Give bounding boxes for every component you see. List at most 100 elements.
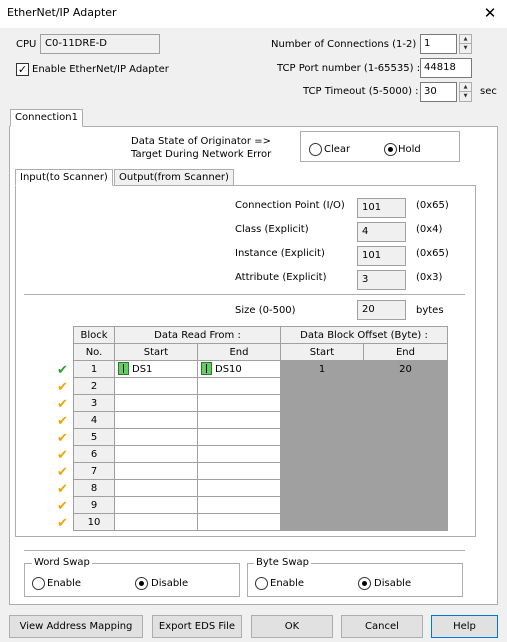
size-unit: bytes bbox=[416, 305, 444, 316]
spin-up-icon[interactable]: ▲ bbox=[460, 83, 471, 92]
byte-swap-enable-radio[interactable] bbox=[255, 577, 268, 590]
attribute-hex: (0x3) bbox=[416, 272, 443, 283]
radio-clear[interactable] bbox=[309, 143, 322, 156]
close-icon[interactable]: ✕ bbox=[482, 4, 498, 22]
end-cell[interactable] bbox=[197, 394, 281, 412]
offset-start-cell bbox=[280, 445, 364, 463]
start-cell[interactable] bbox=[114, 411, 198, 429]
end-cell[interactable] bbox=[197, 479, 281, 497]
offset-start-cell bbox=[280, 462, 364, 480]
radio-hold[interactable] bbox=[384, 143, 397, 156]
start-cell[interactable] bbox=[114, 445, 198, 463]
ok-button[interactable]: OK bbox=[251, 615, 333, 638]
row-no: 3 bbox=[73, 394, 115, 412]
class-label: Class (Explicit) bbox=[235, 224, 309, 235]
end-cell[interactable]: DS10 bbox=[197, 360, 281, 378]
row-no: 5 bbox=[73, 428, 115, 446]
start-cell[interactable] bbox=[114, 462, 198, 480]
instance-field: 101 bbox=[357, 246, 406, 266]
enable-label: Enable EtherNet/IP Adapter bbox=[32, 64, 169, 75]
table-row: 2 bbox=[73, 377, 448, 395]
radio-hold-label: Hold bbox=[398, 144, 421, 155]
view-address-mapping-button[interactable]: View Address Mapping bbox=[9, 615, 143, 638]
window-title: EtherNet/IP Adapter bbox=[7, 6, 117, 19]
table-row: 1 DS1 DS10 1 20 bbox=[73, 360, 448, 378]
cancel-button[interactable]: Cancel bbox=[341, 615, 423, 638]
start-cell[interactable]: DS1 bbox=[114, 360, 198, 378]
end-cell[interactable] bbox=[197, 377, 281, 395]
word-swap-disable-radio[interactable] bbox=[135, 577, 148, 590]
start-cell[interactable] bbox=[114, 428, 198, 446]
divider bbox=[24, 294, 465, 295]
header-end: End bbox=[197, 343, 281, 361]
offset-end-cell bbox=[363, 377, 448, 395]
tcp-timeout-input[interactable]: 30 bbox=[420, 82, 457, 102]
attribute-field: 3 bbox=[357, 270, 406, 290]
tab-connection1[interactable]: Connection1 bbox=[10, 109, 83, 127]
class-field: 4 bbox=[357, 222, 406, 242]
connection-point-field: 101 bbox=[357, 198, 406, 218]
check-icon: ✔ bbox=[57, 431, 68, 446]
offset-end-cell bbox=[363, 428, 448, 446]
start-cell[interactable] bbox=[114, 479, 198, 497]
start-cell[interactable] bbox=[114, 394, 198, 412]
offset-start-cell bbox=[280, 394, 364, 412]
export-eds-button[interactable]: Export EDS File bbox=[152, 615, 242, 638]
end-cell[interactable] bbox=[197, 513, 281, 531]
end-cell[interactable] bbox=[197, 428, 281, 446]
offset-end-cell bbox=[363, 479, 448, 497]
data-state-line2: Target During Network Error bbox=[131, 149, 272, 160]
connections-input[interactable]: 1 bbox=[420, 34, 457, 54]
connections-label: Number of Connections (1-2) : bbox=[271, 39, 423, 50]
offset-start-cell bbox=[280, 513, 364, 531]
offset-end-cell: 20 bbox=[363, 360, 448, 378]
tab-input[interactable]: Input(to Scanner) bbox=[15, 169, 113, 186]
tcp-port-input[interactable]: 44818 bbox=[420, 58, 472, 78]
tcp-timeout-spinner[interactable]: ▲ ▼ bbox=[459, 82, 472, 102]
word-swap-enable-radio[interactable] bbox=[32, 577, 45, 590]
size-field: 20 bbox=[357, 300, 406, 320]
cpu-label: CPU bbox=[16, 39, 37, 50]
end-cell[interactable] bbox=[197, 462, 281, 480]
check-icon: ✔ bbox=[57, 482, 68, 497]
table-row: 8 bbox=[73, 479, 448, 497]
start-cell[interactable] bbox=[114, 377, 198, 395]
table-row: 7 bbox=[73, 462, 448, 480]
offset-end-cell bbox=[363, 445, 448, 463]
byte-swap-enable-label: Enable bbox=[270, 578, 305, 589]
byte-swap-disable-radio[interactable] bbox=[358, 577, 371, 590]
byte-swap-title: Byte Swap bbox=[254, 557, 312, 569]
table-row: 6 bbox=[73, 445, 448, 463]
header-offset-start: Start bbox=[280, 343, 364, 361]
end-cell[interactable] bbox=[197, 496, 281, 514]
check-icon: ✔ bbox=[57, 465, 68, 480]
byte-swap-disable-label: Disable bbox=[374, 578, 412, 589]
instance-label: Instance (Explicit) bbox=[235, 248, 325, 259]
row-no: 4 bbox=[73, 411, 115, 429]
enable-checkbox[interactable]: ✓ bbox=[16, 63, 29, 76]
connections-spinner[interactable]: ▲ ▼ bbox=[459, 34, 472, 54]
row-no: 2 bbox=[73, 377, 115, 395]
row-no: 7 bbox=[73, 462, 115, 480]
start-cell[interactable] bbox=[114, 496, 198, 514]
tcp-timeout-unit: sec bbox=[480, 86, 497, 97]
spin-up-icon[interactable]: ▲ bbox=[460, 35, 471, 44]
header-block: Block bbox=[73, 326, 115, 344]
spin-down-icon[interactable]: ▼ bbox=[460, 92, 471, 101]
help-button[interactable]: Help bbox=[431, 615, 498, 638]
offset-end-cell bbox=[363, 411, 448, 429]
tab-output[interactable]: Output(from Scanner) bbox=[114, 169, 234, 185]
table-row: 9 bbox=[73, 496, 448, 514]
row-no: 9 bbox=[73, 496, 115, 514]
spin-down-icon[interactable]: ▼ bbox=[460, 44, 471, 53]
block-table: Block Data Read From : Data Block Offset (… bbox=[73, 326, 448, 531]
start-cell[interactable] bbox=[114, 513, 198, 531]
io-icon bbox=[201, 362, 212, 375]
offset-end-cell bbox=[363, 513, 448, 531]
end-cell[interactable] bbox=[197, 445, 281, 463]
row-no: 6 bbox=[73, 445, 115, 463]
end-cell[interactable] bbox=[197, 411, 281, 429]
size-label: Size (0-500) bbox=[235, 305, 296, 316]
connection-point-hex: (0x65) bbox=[416, 200, 449, 211]
offset-start-cell bbox=[280, 377, 364, 395]
